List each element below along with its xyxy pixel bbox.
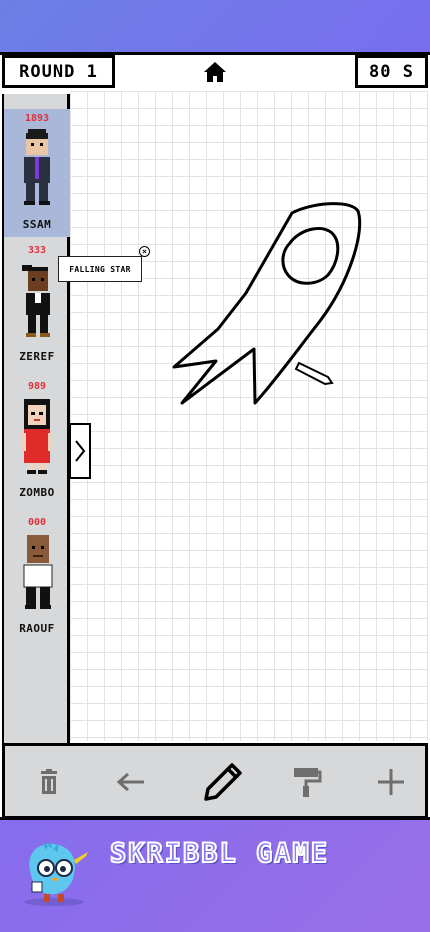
comet-window	[281, 227, 340, 285]
avatar	[23, 535, 53, 609]
player-card[interactable]: 1893 SSAM	[4, 109, 70, 237]
player-score: 333	[27, 245, 47, 256]
home-icon[interactable]	[203, 61, 227, 83]
player-name: ZOMBO	[19, 486, 55, 499]
player-card[interactable]: 000 RAOUF	[4, 513, 70, 641]
avatar	[24, 129, 50, 205]
drawing-toolbar	[2, 743, 428, 819]
expand-sidebar-button[interactable]	[69, 423, 91, 479]
trash-icon[interactable]	[27, 760, 71, 804]
drawing-strokes	[172, 202, 362, 405]
player-score: 989	[27, 381, 47, 392]
player-score: 1893	[24, 113, 50, 124]
pencil-cursor	[294, 361, 334, 386]
game-frame: ROUND 1 80 S 1893 SSAM 333 ZEREF 989 ZOM…	[0, 52, 430, 820]
player-name: RAOUF	[19, 622, 55, 635]
word-hint-tooltip: FALLING STAR	[58, 256, 142, 282]
round-indicator: ROUND 1	[2, 55, 115, 88]
avatar	[22, 265, 50, 337]
close-icon[interactable]: ×	[139, 246, 150, 257]
player-name: ZEREF	[19, 350, 55, 363]
drawing-canvas[interactable]	[70, 91, 428, 741]
player-name: SSAM	[22, 218, 52, 231]
chevron-right-icon	[75, 440, 86, 462]
timer: 80 S	[355, 55, 428, 88]
game-title: SKRIBBL GAME	[109, 837, 330, 870]
player-list: 1893 SSAM 333 ZEREF 989 ZOMBO 000 RAOUF	[2, 94, 70, 774]
pencil-icon[interactable]	[201, 760, 245, 804]
mascot-logo	[18, 840, 90, 912]
arrow-left-icon[interactable]	[109, 760, 153, 804]
player-score: 000	[27, 517, 47, 528]
plus-icon[interactable]	[369, 760, 413, 804]
avatar	[22, 399, 52, 474]
player-card[interactable]: 989 ZOMBO	[4, 377, 70, 505]
paint-roller-icon[interactable]	[285, 760, 329, 804]
